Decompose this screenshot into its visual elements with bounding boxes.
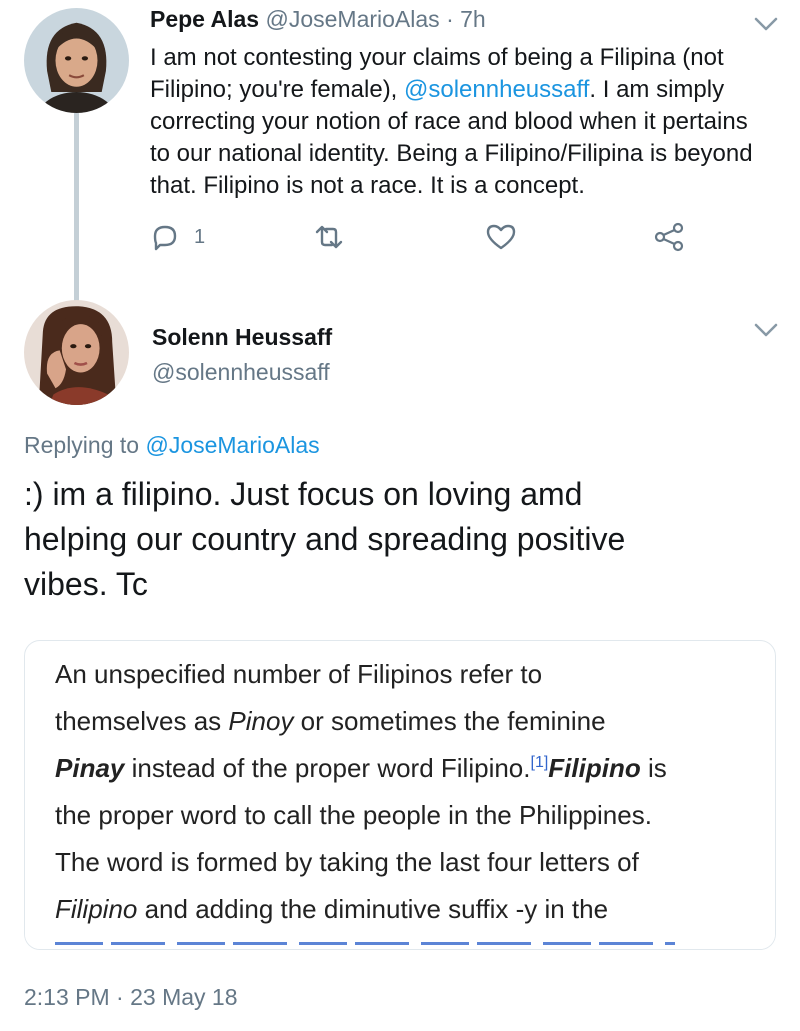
tweet-timestamp[interactable]: 2:13 PM · 23 May 18: [24, 982, 238, 1012]
tweet-text-line: Filipino; you're female), @solennheussaf…: [150, 74, 780, 106]
tweet-text-line: correcting your notion of race and blood…: [150, 108, 748, 135]
replying-mention-link[interactable]: @JoseMarioAlas: [145, 432, 319, 458]
like-button[interactable]: [484, 220, 518, 254]
tweet-time[interactable]: 7h: [460, 6, 486, 32]
card-line: Pinay instead of the proper word Filipin…: [55, 745, 755, 792]
card-line: the proper word to call the people in th…: [55, 800, 652, 830]
card-line: Filipino and adding the diminutive suffi…: [55, 886, 755, 933]
tweet-text: :) im a filipino. Just focus on loving a…: [24, 472, 774, 607]
reply-icon: [153, 225, 177, 251]
replying-prefix: Replying to: [24, 432, 146, 458]
card-fragment-italic: Filipino: [55, 894, 138, 924]
tweet-text-fragment: Filipino; you're female),: [150, 76, 405, 103]
attached-image-card[interactable]: An unspecified number of Filipinos refer…: [24, 640, 776, 950]
tweet-text-line: I am not contesting your claims of being…: [150, 44, 724, 71]
card-line: The word is formed by taking the last fo…: [55, 847, 639, 877]
reply-button[interactable]: 1: [148, 220, 205, 254]
thread-connector-line: [74, 112, 79, 304]
tweet-text-line: to our national identity. Being a Filipi…: [150, 140, 753, 167]
heart-icon: [486, 224, 516, 250]
author-name[interactable]: Pepe Alas: [150, 6, 259, 32]
card-fragment-italic: Pinoy: [228, 706, 294, 736]
card-fragment: and adding the diminutive suffix -y in t…: [137, 894, 609, 924]
chevron-down-icon: [754, 17, 778, 31]
card-fragment: themselves as: [55, 706, 229, 736]
share-icon: [654, 222, 684, 252]
card-line: An unspecified number of Filipinos refer…: [55, 659, 543, 689]
card-fragment-bold-italic: Pinay: [55, 753, 125, 783]
tweet-text-line: vibes. Tc: [24, 566, 148, 602]
tweet-text-line: :) im a filipino. Just focus on loving a…: [24, 476, 583, 512]
card-fragment-bold-italic: Filipino: [548, 753, 641, 783]
author-name[interactable]: Solenn Heussaff: [152, 322, 332, 352]
retweet-icon: [315, 225, 343, 249]
tweet-header: Pepe Alas @JoseMarioAlas · 7h: [150, 4, 486, 34]
card-fragment: is: [640, 753, 667, 783]
avatar-image: [24, 8, 129, 113]
tweet-options-chevron[interactable]: [752, 320, 780, 340]
card-fragment: instead of the proper word Filipino.: [124, 753, 531, 783]
citation-link: [1]: [530, 754, 549, 771]
tweet-text-line: that. Filipino is not a race. It is a co…: [150, 172, 585, 199]
avatar-image: [24, 300, 129, 405]
tweet-text-fragment: . I am simply: [589, 76, 725, 103]
author-handle[interactable]: @JoseMarioAlas: [265, 6, 439, 32]
card-line: themselves as Pinoy or sometimes the fem…: [55, 698, 755, 745]
card-fragment: or sometimes the feminine: [293, 706, 606, 736]
header-separator: ·: [446, 6, 454, 32]
author-handle[interactable]: @solennheussaff: [152, 357, 330, 387]
tweet-text-line: helping our country and spreading positi…: [24, 521, 626, 557]
avatar-pepe-alas[interactable]: [24, 8, 129, 113]
mention-link[interactable]: @solennheussaff: [404, 76, 589, 103]
replying-to: Replying to @JoseMarioAlas: [24, 430, 320, 460]
share-button[interactable]: [652, 220, 686, 254]
tweet-options-chevron[interactable]: [752, 14, 780, 34]
tweet-text: I am not contesting your claims of being…: [150, 42, 780, 202]
truncated-text-line: [55, 941, 675, 947]
attached-image-text: An unspecified number of Filipinos refer…: [55, 651, 755, 933]
chevron-down-icon: [754, 323, 778, 337]
reply-count: 1: [194, 225, 206, 248]
retweet-button[interactable]: [312, 220, 346, 254]
avatar-solenn-heussaff[interactable]: [24, 300, 129, 405]
